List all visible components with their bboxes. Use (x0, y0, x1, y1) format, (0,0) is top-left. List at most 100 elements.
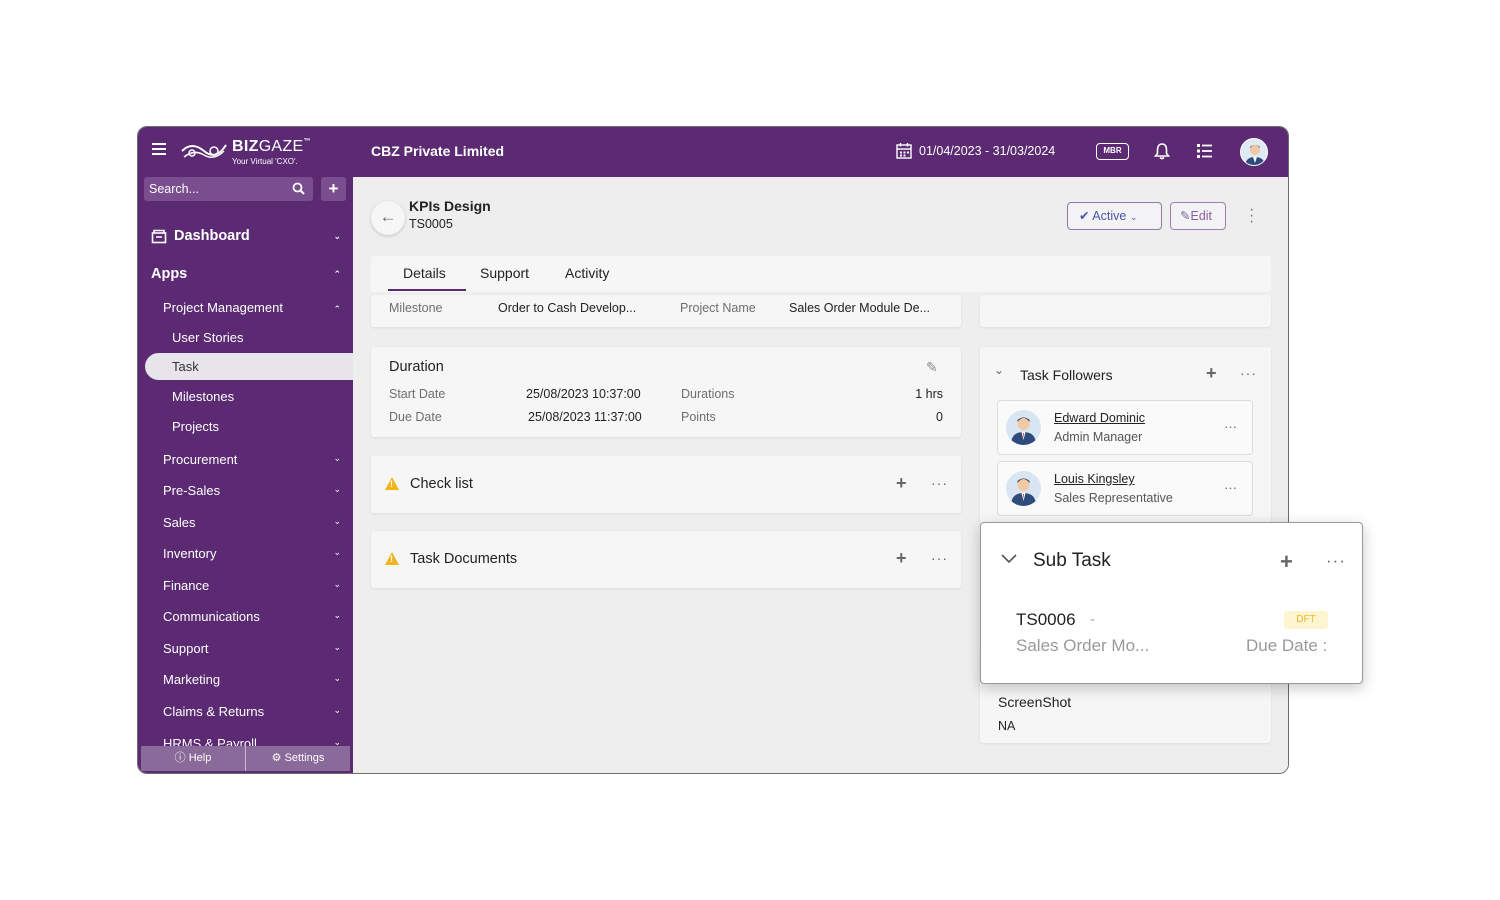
screenshot-value: NA (998, 719, 1016, 733)
chevron-down-icon[interactable] (1001, 554, 1017, 564)
arrow-left-icon: ← (379, 207, 397, 226)
task-followers-title: Task Followers (1020, 367, 1113, 383)
due-date-label: Due Date (389, 410, 442, 424)
more-options-icon[interactable]: ··· (1224, 480, 1237, 495)
chevron-down-icon: ⌄ (333, 516, 341, 526)
sidebar-item-label: Inventory (163, 546, 217, 561)
durations-value: 1 hrs (915, 387, 943, 401)
subtask-due-date-label: Due Date : (1246, 636, 1328, 655)
bell-icon[interactable] (1154, 142, 1170, 160)
check-circle-icon: ✔︎ (1079, 209, 1090, 223)
calendar-icon[interactable] (896, 142, 912, 159)
chevron-down-icon: ⌄ (333, 453, 341, 463)
pencil-icon[interactable]: ✎ (926, 359, 938, 376)
sidebar-item-label: Apps (151, 266, 188, 282)
subtask-name[interactable]: Sales Order Mo... (1016, 636, 1149, 656)
follower-item[interactable]: Louis Kingsley Sales Representative ··· (997, 461, 1253, 516)
subtask-separator: - (1090, 611, 1095, 628)
record-title: KPIs Design (409, 198, 491, 214)
chevron-down-icon: ⌄ (333, 610, 341, 620)
sidebar-item-label: Support (163, 641, 209, 656)
mbr-button[interactable]: MBR (1096, 143, 1129, 160)
sidebar-item-task[interactable]: Task (145, 353, 353, 380)
financial-year-range[interactable]: 01/04/2023 - 31/03/2024 (919, 144, 1055, 158)
record-code: TS0005 (409, 217, 453, 231)
checklist-title: Check list (410, 476, 473, 492)
logo-tagline: Your Virtual 'CXO'. (232, 157, 298, 166)
follower-name[interactable]: Louis Kingsley (1054, 472, 1135, 486)
menu-icon[interactable] (152, 143, 166, 157)
person-avatar-icon (1011, 478, 1036, 506)
add-subtask-icon[interactable]: + (1280, 549, 1293, 575)
sidebar-item-label: Milestones (172, 389, 235, 404)
company-name[interactable]: CBZ Private Limited (371, 143, 504, 159)
milestone-label: Milestone (389, 301, 443, 315)
subtask-code[interactable]: TS0006 (1016, 610, 1076, 630)
back-button[interactable]: ← (371, 201, 405, 235)
due-date-value: 25/08/2023 11:37:00 (528, 410, 642, 424)
sidebar-footer: ⓘ Help ⚙ Settings (141, 746, 350, 771)
duration-card: Duration ✎ Start Date 25/08/2023 10:37:0… (371, 347, 961, 437)
sidebar-item-label: Procurement (163, 452, 238, 467)
more-options-icon[interactable]: ··· (1224, 419, 1237, 434)
settings-button[interactable]: ⚙ Settings (246, 746, 350, 771)
bizgaze-logo[interactable]: BIZGAZE™ Your Virtual 'CXO'. (180, 137, 315, 169)
chevron-down-icon: ⌄ (333, 231, 341, 241)
edit-button[interactable]: ✎Edit (1170, 202, 1226, 230)
search-icon[interactable] (292, 182, 305, 195)
points-label: Points (681, 410, 716, 424)
follower-name[interactable]: Edward Dominic (1054, 411, 1145, 425)
logo-mark-icon (181, 144, 227, 158)
tab-details[interactable]: Details (403, 265, 446, 281)
sidebar-item-label: Finance (163, 578, 210, 593)
main-content: ← KPIs Design TS0005 ✔︎ Active ⌄ ✎Edit ·… (353, 177, 1288, 773)
tab-activity[interactable]: Activity (565, 265, 609, 281)
add-icon[interactable]: + (896, 548, 907, 569)
pencil-icon: ✎ (1180, 209, 1191, 223)
task-list-icon[interactable] (1196, 143, 1213, 159)
more-options-icon[interactable]: ··· (931, 550, 948, 566)
chevron-down-icon: ⌄ (333, 547, 341, 557)
status-badge: DFT (1284, 611, 1328, 629)
add-icon[interactable]: + (896, 473, 907, 494)
sidebar-item-label: Marketing (163, 672, 221, 687)
milestone-value[interactable]: Order to Cash Develop... (498, 301, 636, 315)
chevron-down-icon: ⌄ (333, 579, 341, 589)
chevron-up-icon: ⌃ (333, 304, 341, 314)
sidebar-item-hrms-payroll[interactable]: HRMS & Payroll ⌄ (138, 736, 353, 746)
user-avatar[interactable] (1240, 138, 1268, 166)
sidebar-item-label: Sales (163, 515, 196, 530)
sidebar-item-label: Communications (163, 609, 260, 624)
more-options-icon[interactable]: ··· (1326, 551, 1346, 571)
chevron-down-icon: ⌄ (333, 737, 341, 746)
logo-text: BIZGAZE™ (232, 138, 311, 155)
more-options-icon[interactable]: ··· (1240, 365, 1257, 381)
more-options-icon[interactable]: ··· (931, 475, 948, 491)
search-input[interactable]: Search... (149, 182, 199, 196)
checklist-card: Check list + ··· (371, 456, 961, 513)
help-button[interactable]: ⓘ Help (141, 746, 245, 771)
follower-role: Admin Manager (1054, 430, 1143, 444)
status-dropdown[interactable]: ✔︎ Active ⌄ (1067, 202, 1162, 230)
search-box[interactable]: Search... (144, 177, 313, 201)
tab-support[interactable]: Support (480, 265, 529, 281)
sub-task-popup: Sub Task + ··· TS0006 - DFT Sales Order … (980, 522, 1363, 684)
chevron-down-icon: ⌄ (333, 642, 341, 652)
top-bar: BIZGAZE™ Your Virtual 'CXO'. CBZ Private… (138, 127, 1288, 177)
chevron-down-icon[interactable]: ⌄ (994, 363, 1004, 377)
gear-icon: ⚙ (271, 752, 282, 764)
detail-tabs: Details Support Activity (371, 256, 1271, 292)
points-value: 0 (936, 410, 943, 424)
chevron-down-icon: ⌄ (333, 484, 341, 494)
start-date-label: Start Date (389, 387, 446, 401)
quick-add-button[interactable]: + (321, 177, 346, 201)
add-follower-icon[interactable]: + (1206, 363, 1217, 384)
project-name-value[interactable]: Sales Order Module De... (789, 301, 930, 315)
chevron-down-icon: ⌄ (333, 705, 341, 715)
sidebar-item-label: User Stories (172, 330, 244, 345)
follower-role: Sales Representative (1054, 491, 1173, 505)
more-options-icon[interactable]: ··· (1249, 202, 1254, 230)
follower-item[interactable]: Edward Dominic Admin Manager ··· (997, 400, 1253, 455)
warning-icon (385, 552, 399, 565)
task-documents-title: Task Documents (410, 551, 518, 567)
